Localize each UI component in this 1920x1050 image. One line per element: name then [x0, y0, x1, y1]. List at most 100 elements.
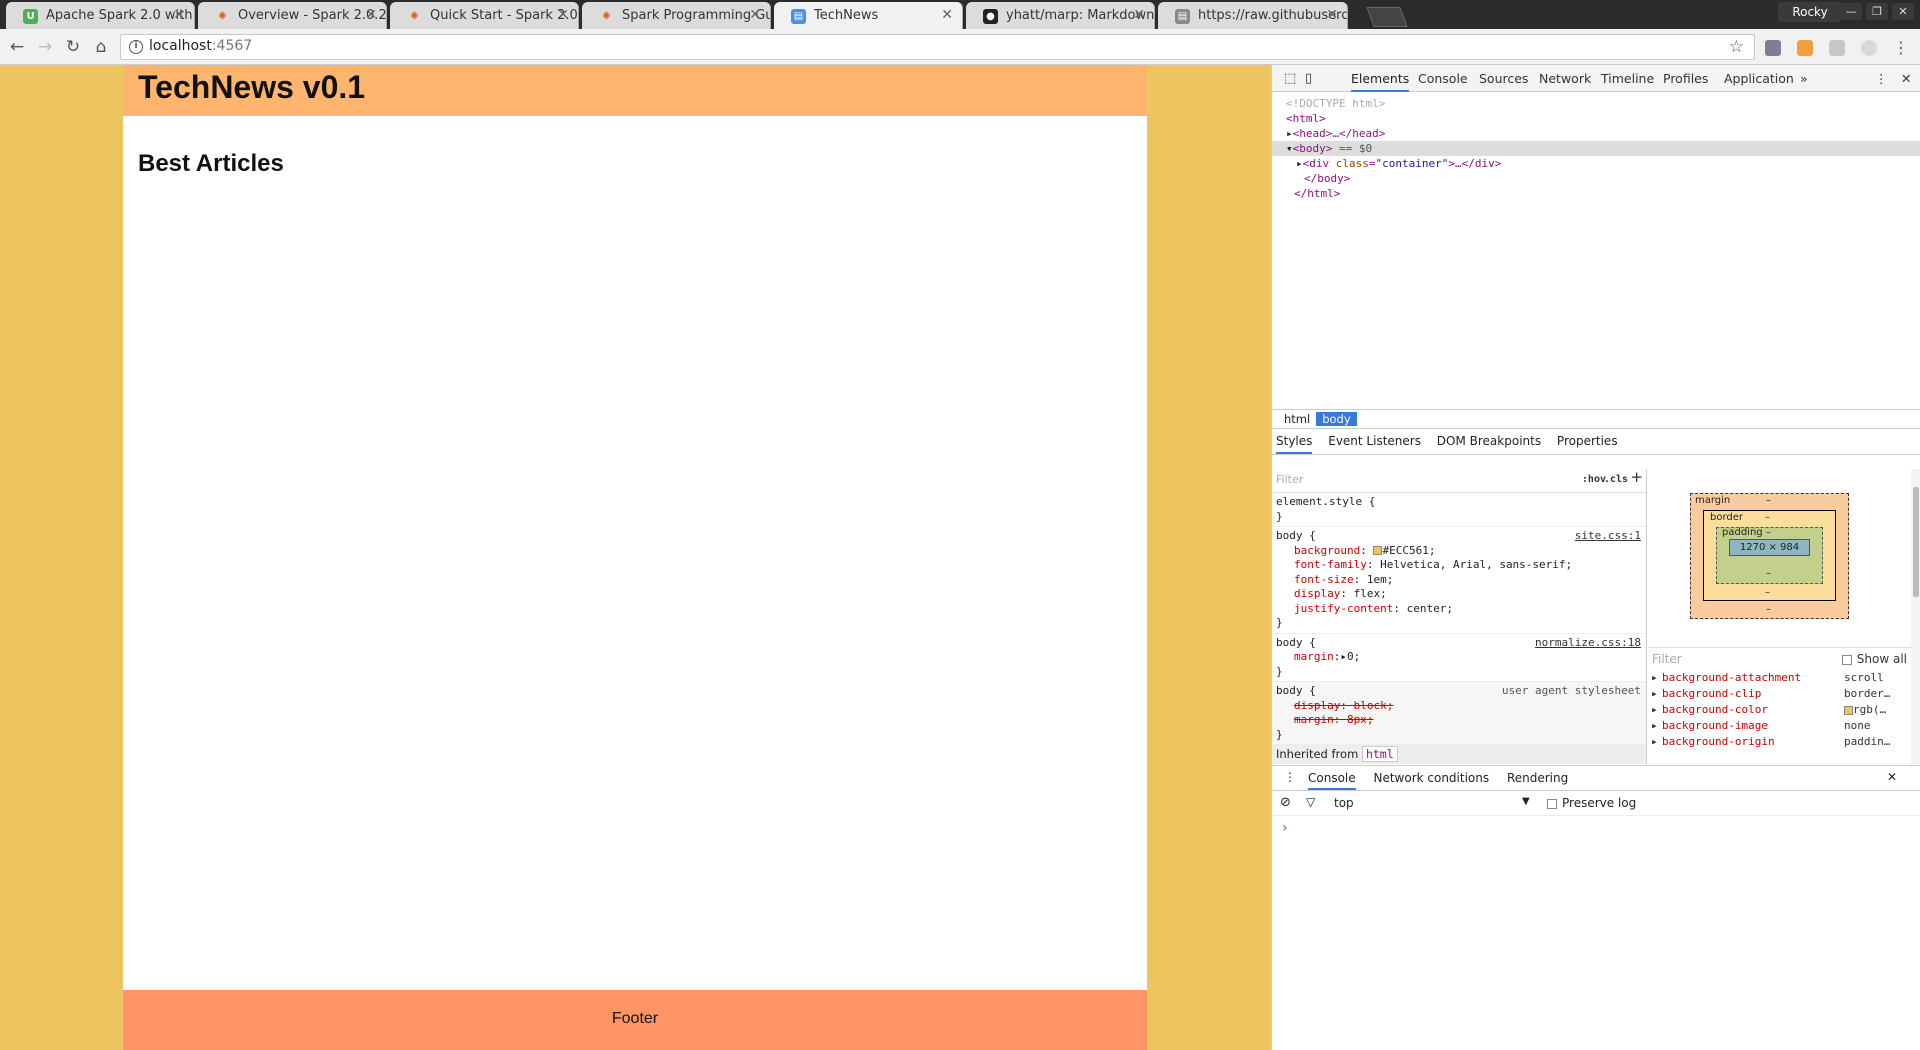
extension-shield-icon[interactable] — [1765, 40, 1781, 56]
dom-body-node[interactable]: ▾<body> == $0 — [1272, 141, 1920, 156]
tab-apache-spark[interactable]: U Apache Spark 2.0 with S ✕ — [6, 2, 195, 29]
user-agent-rule[interactable]: user agent stylesheet body { display: bl… — [1272, 682, 1646, 745]
css-property[interactable]: font-family: Helvetica, Arial, sans-seri… — [1276, 558, 1642, 573]
devtools-tab-network[interactable]: Network — [1539, 71, 1591, 86]
subtab-dom-breakpoints[interactable]: DOM Breakpoints — [1437, 434, 1541, 448]
devtools-tab-elements[interactable]: Elements — [1351, 71, 1410, 92]
new-tab-button[interactable] — [1366, 7, 1408, 27]
forward-icon[interactable]: → — [34, 36, 56, 58]
css-property[interactable]: margin:▸0; — [1276, 650, 1642, 665]
close-tab-icon[interactable]: ✕ — [941, 7, 953, 23]
dom-html-close[interactable]: </html> — [1272, 186, 1920, 201]
filter-icon[interactable]: ▽ — [1306, 795, 1315, 809]
extension-rss-icon[interactable] — [1797, 40, 1813, 56]
menu-icon[interactable]: ⋮ — [1893, 40, 1909, 56]
drawer-tab-console[interactable]: Console — [1308, 771, 1356, 790]
box-model-content[interactable]: 1270 × 984 — [1729, 539, 1810, 556]
devtools-tab-profiles[interactable]: Profiles — [1663, 71, 1708, 86]
close-tab-icon[interactable]: ✕ — [1133, 7, 1145, 23]
close-tab-icon[interactable]: ✕ — [173, 7, 185, 23]
drawer-tab-network-conditions[interactable]: Network conditions — [1373, 771, 1489, 785]
expand-arrow-icon[interactable]: ▸ — [1286, 127, 1293, 140]
devtools-tab-console[interactable]: Console — [1418, 71, 1468, 86]
tab-technews[interactable]: ▤ TechNews ✕ — [774, 2, 963, 29]
computed-property[interactable]: ▸ background-clip border… — [1648, 687, 1910, 703]
show-all-checkbox[interactable]: Show all — [1841, 652, 1907, 666]
close-tab-icon[interactable]: ✕ — [557, 7, 569, 23]
tab-spark-programming[interactable]: ✺ Spark Programming Gu ✕ — [582, 2, 771, 29]
styles-filter-input[interactable]: Filter :hov .cls + — [1272, 469, 1646, 493]
inspect-element-icon[interactable]: ⬚ — [1284, 71, 1296, 86]
devtools-menu-icon[interactable]: ⋮ — [1875, 71, 1888, 86]
subtab-event-listeners[interactable]: Event Listeners — [1328, 434, 1421, 448]
css-property[interactable]: font-size: 1em; — [1276, 573, 1642, 588]
subtab-styles[interactable]: Styles — [1276, 434, 1313, 454]
extension-circle-icon[interactable] — [1861, 40, 1877, 56]
box-model-margin[interactable]: margin – border – padding – 1270 × 984 –… — [1690, 493, 1849, 619]
subtab-properties[interactable]: Properties — [1557, 434, 1618, 448]
computed-property[interactable]: ▸ background-attachment scroll — [1648, 671, 1910, 687]
site-css-rule[interactable]: site.css:1 body { background: #ECC561; f… — [1272, 527, 1646, 634]
close-tab-icon[interactable]: ✕ — [1326, 7, 1338, 23]
close-drawer-icon[interactable]: ✕ — [1887, 770, 1897, 784]
breadcrumb-body[interactable]: body — [1316, 412, 1357, 426]
device-toolbar-icon[interactable]: ▯ — [1305, 71, 1312, 86]
devtools-tab-timeline[interactable]: Timeline — [1601, 71, 1654, 86]
cls-button[interactable]: .cls — [1604, 473, 1628, 488]
console-prompt[interactable]: › — [1272, 816, 1920, 840]
inherited-tag-link[interactable]: html — [1361, 746, 1398, 762]
info-icon[interactable]: i — [129, 40, 143, 54]
expand-arrow-icon[interactable]: ▸ — [1296, 157, 1303, 170]
collapse-arrow-icon[interactable]: ▾ — [1286, 142, 1293, 155]
reload-icon[interactable]: ↻ — [62, 36, 84, 58]
address-bar[interactable]: i localhost:4567 ☆ — [120, 34, 1755, 60]
new-rule-icon[interactable]: + — [1630, 470, 1643, 485]
devtools-tab-sources[interactable]: Sources — [1479, 71, 1528, 86]
dom-container-node[interactable]: ▸<div class="container">…</div> — [1272, 156, 1920, 171]
close-window-icon[interactable]: ✕ — [1892, 3, 1914, 20]
bookmark-star-icon[interactable]: ☆ — [1729, 37, 1744, 57]
restore-icon[interactable]: ❐ — [1866, 3, 1888, 20]
rule-source-link[interactable]: normalize.css:18 — [1535, 636, 1641, 651]
tab-marp[interactable]: ● yhatt/marp: Markdown ✕ — [966, 2, 1155, 29]
tab-raw-github[interactable]: ▤ https://raw.githubuserc ✕ — [1158, 2, 1348, 29]
checkbox-icon[interactable] — [1547, 798, 1557, 809]
color-swatch[interactable] — [1844, 705, 1853, 715]
computed-property[interactable]: ▸ background-image none — [1648, 719, 1910, 735]
css-property[interactable]: display: flex; — [1276, 587, 1642, 602]
close-tab-icon[interactable]: ✕ — [365, 7, 377, 23]
dom-body-close[interactable]: </body> — [1272, 171, 1920, 186]
dom-html-open[interactable]: <html> — [1272, 111, 1920, 126]
home-icon[interactable]: ⌂ — [90, 36, 112, 58]
close-tab-icon[interactable]: ✕ — [749, 7, 761, 23]
checkbox-icon[interactable] — [1841, 654, 1852, 665]
dom-head-node[interactable]: ▸<head>…</head> — [1272, 126, 1920, 141]
scrollbar-thumb[interactable] — [1913, 487, 1919, 597]
tab-quick-start[interactable]: ✺ Quick Start - Spark 2.0.2 ✕ — [390, 2, 579, 29]
computed-filter-input[interactable]: Filter Show all — [1648, 647, 1920, 669]
normalize-css-rule[interactable]: normalize.css:18 body { margin:▸0; } — [1272, 634, 1646, 682]
user-profile-button[interactable]: Rocky — [1778, 2, 1842, 22]
computed-scrollbar[interactable] — [1911, 469, 1920, 764]
drawer-tab-rendering[interactable]: Rendering — [1507, 771, 1568, 785]
breadcrumb-html[interactable]: html — [1278, 412, 1316, 426]
back-icon[interactable]: ← — [6, 36, 28, 58]
computed-property[interactable]: ▸ background-origin paddin… — [1648, 735, 1910, 751]
dropdown-arrow-icon[interactable]: ▼ — [1522, 796, 1530, 807]
css-property[interactable]: justify-content: center; — [1276, 602, 1642, 617]
more-tabs-icon[interactable]: » — [1800, 71, 1808, 86]
box-model-border[interactable]: border – padding – 1270 × 984 – – — [1703, 510, 1836, 601]
clear-console-icon[interactable]: ⊘ — [1280, 795, 1291, 810]
rule-source-link[interactable]: site.css:1 — [1575, 529, 1641, 544]
close-devtools-icon[interactable]: ✕ — [1901, 71, 1911, 86]
hov-button[interactable]: :hov — [1582, 473, 1606, 488]
preserve-log-checkbox[interactable]: Preserve log — [1547, 796, 1636, 810]
css-property[interactable]: background: #ECC561; — [1276, 544, 1642, 559]
drawer-menu-icon[interactable]: ⋮ — [1284, 770, 1296, 784]
context-selector[interactable]: top — [1334, 796, 1354, 810]
computed-property[interactable]: ▸ background-color rgb(… — [1648, 703, 1910, 719]
box-model-padding[interactable]: padding – 1270 × 984 – — [1716, 527, 1823, 584]
element-style-rule[interactable]: element.style { } — [1272, 493, 1646, 527]
minimize-icon[interactable]: — — [1840, 3, 1862, 20]
devtools-tab-application[interactable]: Application — [1724, 71, 1794, 86]
